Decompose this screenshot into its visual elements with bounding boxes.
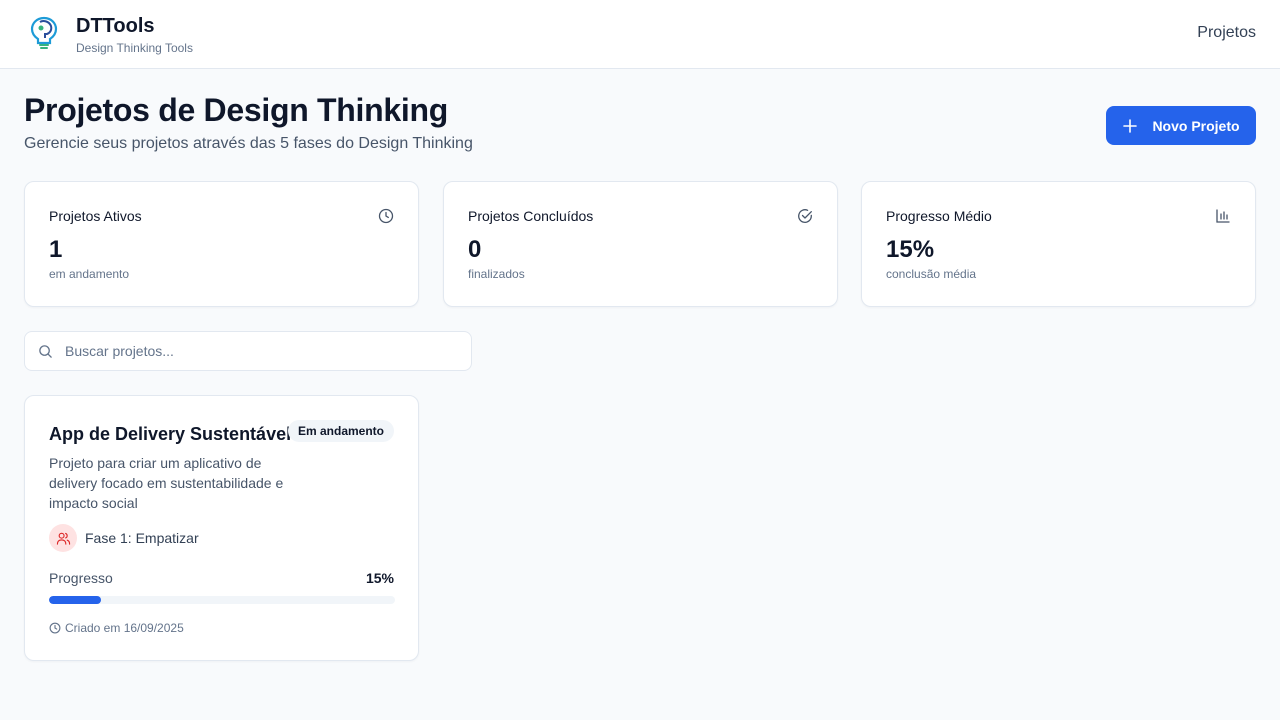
stat-value: 15% [886,236,935,263]
top-navbar: DTTools Design Thinking Tools Projetos [0,0,1280,69]
plus-icon [1123,118,1138,133]
created-date: Criado em 16/09/2025 [65,621,184,635]
users-icon [56,532,70,545]
phase-icon-badge [49,524,77,552]
search-box [24,331,472,371]
stat-label: Projetos Ativos [49,208,142,224]
check-circle-icon [798,209,812,223]
stat-caption: conclusão média [886,267,977,281]
new-project-label: Novo Projeto [1152,117,1240,134]
stat-card-average-progress: Progresso Médio 15% conclusão média [861,181,1256,307]
progress-label: Progresso [49,570,113,586]
nav-projects-link[interactable]: Projetos [1197,24,1256,42]
brand-tagline: Design Thinking Tools [76,41,193,55]
lightbulb-head-logo-icon[interactable] [30,16,58,52]
page-title: Projetos de Design Thinking [24,92,448,128]
project-card[interactable]: App de Delivery Sustentável Em andamento… [24,395,419,661]
bar-chart-icon [1216,209,1230,223]
progress-bar [49,596,395,604]
project-title: App de Delivery Sustentável [49,424,292,444]
stat-label: Projetos Concluídos [468,208,594,224]
stat-value: 1 [49,236,63,263]
search-icon [39,345,52,358]
stat-label: Progresso Médio [886,208,992,224]
search-input[interactable] [65,332,465,370]
progress-value: 15% [365,570,394,586]
page-subtitle: Gerencie seus projetos através das 5 fas… [24,135,473,152]
stat-caption: finalizados [468,267,525,281]
project-phase: Fase 1: Empatizar [85,530,199,546]
brand-name: DTTools [76,15,155,37]
stat-caption: em andamento [49,267,130,281]
new-project-button[interactable]: Novo Projeto [1106,106,1256,145]
clock-icon [49,622,61,634]
project-description: Projeto para criar um aplicativo de deli… [49,455,284,511]
progress-bar-fill [49,596,101,604]
status-badge: Em andamento [287,420,394,442]
clock-icon [378,208,394,224]
stat-card-completed: Projetos Concluídos 0 finalizados [443,181,838,307]
stat-card-active: Projetos Ativos 1 em andamento [24,181,419,307]
stat-value: 0 [468,236,482,263]
